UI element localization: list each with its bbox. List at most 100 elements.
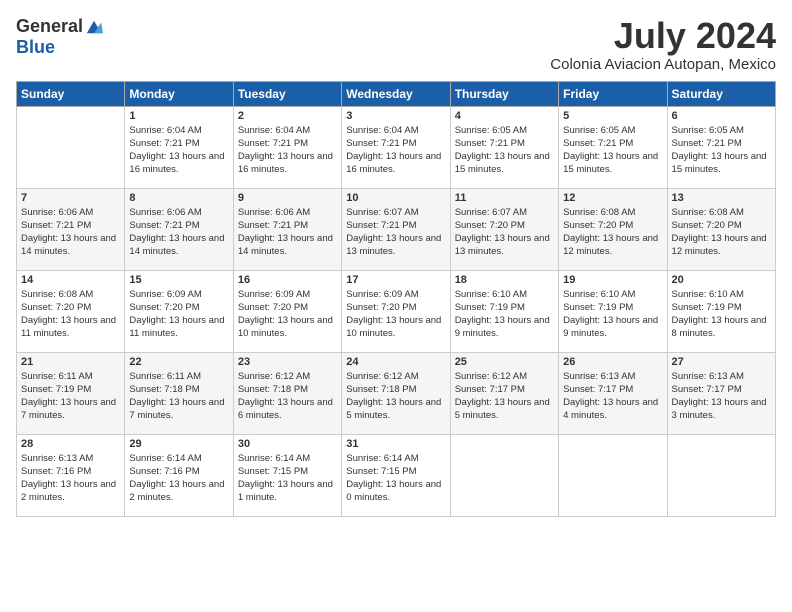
day-number: 4 xyxy=(455,110,554,122)
calendar-cell: 9Sunrise: 6:06 AMSunset: 7:21 PMDaylight… xyxy=(233,188,341,270)
calendar-cell: 16 Sunrise: 6:09 AMSunset: 7:20 PMDayligh… xyxy=(233,270,341,352)
day-number: 21 xyxy=(21,356,120,368)
day-number: 10 xyxy=(346,192,445,204)
logo-blue-text: Blue xyxy=(16,37,55,58)
day-info: Sunrise: 6:09 AMSunset: 7:20 PMDaylight:… xyxy=(346,288,445,341)
day-info: Sunrise: 6:09 AMSunset: 7:20 PMDaylight:… xyxy=(238,288,337,341)
calendar-cell: 6 Sunrise: 6:05 AMSunset: 7:21 PMDaylight… xyxy=(667,106,775,188)
calendar-cell: 7Sunrise: 6:06 AMSunset: 7:21 PMDaylight… xyxy=(17,188,125,270)
calendar-cell xyxy=(559,434,667,516)
day-number: 22 xyxy=(129,356,228,368)
title-area: July 2024 Colonia Aviacion Autopan, Mexi… xyxy=(550,16,776,73)
header-wednesday: Wednesday xyxy=(342,81,450,106)
day-info: Sunrise: 6:05 AMSunset: 7:21 PMDaylight:… xyxy=(455,124,554,177)
calendar-cell: 10 Sunrise: 6:07 AMSunset: 7:21 PMDayligh… xyxy=(342,188,450,270)
calendar-cell: 2Sunrise: 6:04 AMSunset: 7:21 PMDaylight… xyxy=(233,106,341,188)
calendar-header-row: SundayMondayTuesdayWednesdayThursdayFrid… xyxy=(17,81,776,106)
calendar-week-row: 7Sunrise: 6:06 AMSunset: 7:21 PMDaylight… xyxy=(17,188,776,270)
calendar-cell: 18Sunrise: 6:10 AMSunset: 7:19 PMDayligh… xyxy=(450,270,558,352)
day-info: Sunrise: 6:07 AMSunset: 7:20 PMDaylight:… xyxy=(455,206,554,259)
day-number: 23 xyxy=(238,356,337,368)
calendar-cell: 26 Sunrise: 6:13 AMSunset: 7:17 PMDayligh… xyxy=(559,352,667,434)
day-number: 30 xyxy=(238,438,337,450)
day-number: 27 xyxy=(672,356,771,368)
calendar-cell: 4 Sunrise: 6:05 AMSunset: 7:21 PMDaylight… xyxy=(450,106,558,188)
day-info: Sunrise: 6:14 AMSunset: 7:15 PMDaylight:… xyxy=(238,452,337,505)
calendar-cell: 1 Sunrise: 6:04 AMSunset: 7:21 PMDaylight… xyxy=(125,106,233,188)
calendar-cell: 11 Sunrise: 6:07 AMSunset: 7:20 PMDayligh… xyxy=(450,188,558,270)
day-number: 13 xyxy=(672,192,771,204)
day-number: 11 xyxy=(455,192,554,204)
header-saturday: Saturday xyxy=(667,81,775,106)
day-number: 9 xyxy=(238,192,337,204)
calendar-cell: 13 Sunrise: 6:08 AMSunset: 7:20 PMDayligh… xyxy=(667,188,775,270)
calendar-cell: 14Sunrise: 6:08 AMSunset: 7:20 PMDayligh… xyxy=(17,270,125,352)
calendar-week-row: 21 Sunrise: 6:11 AMSunset: 7:19 PMDayligh… xyxy=(17,352,776,434)
month-title: July 2024 xyxy=(550,16,776,56)
location-title: Colonia Aviacion Autopan, Mexico xyxy=(550,56,776,73)
day-number: 7 xyxy=(21,192,120,204)
day-number: 8 xyxy=(129,192,228,204)
day-number: 16 xyxy=(238,274,337,286)
day-info: Sunrise: 6:10 AMSunset: 7:19 PMDaylight:… xyxy=(563,288,662,341)
header-tuesday: Tuesday xyxy=(233,81,341,106)
calendar-cell: 17 Sunrise: 6:09 AMSunset: 7:20 PMDayligh… xyxy=(342,270,450,352)
calendar-cell: 30 Sunrise: 6:14 AMSunset: 7:15 PMDayligh… xyxy=(233,434,341,516)
logo: General Blue xyxy=(16,16,103,58)
calendar-cell: 31 Sunrise: 6:14 AMSunset: 7:15 PMDayligh… xyxy=(342,434,450,516)
calendar-cell: 23 Sunrise: 6:12 AMSunset: 7:18 PMDayligh… xyxy=(233,352,341,434)
header-sunday: Sunday xyxy=(17,81,125,106)
day-info: Sunrise: 6:11 AMSunset: 7:18 PMDaylight:… xyxy=(129,370,228,423)
day-number: 20 xyxy=(672,274,771,286)
day-info: Sunrise: 6:05 AMSunset: 7:21 PMDaylight:… xyxy=(672,124,771,177)
day-number: 26 xyxy=(563,356,662,368)
day-info: Sunrise: 6:14 AMSunset: 7:16 PMDaylight:… xyxy=(129,452,228,505)
calendar-cell: 28 Sunrise: 6:13 AMSunset: 7:16 PMDayligh… xyxy=(17,434,125,516)
calendar-cell: 12 Sunrise: 6:08 AMSunset: 7:20 PMDayligh… xyxy=(559,188,667,270)
day-number: 5 xyxy=(563,110,662,122)
calendar-cell: 8Sunrise: 6:06 AMSunset: 7:21 PMDaylight… xyxy=(125,188,233,270)
day-info: Sunrise: 6:08 AMSunset: 7:20 PMDaylight:… xyxy=(21,288,120,341)
day-info: Sunrise: 6:07 AMSunset: 7:21 PMDaylight:… xyxy=(346,206,445,259)
day-number: 6 xyxy=(672,110,771,122)
calendar-cell xyxy=(17,106,125,188)
calendar-week-row: 28 Sunrise: 6:13 AMSunset: 7:16 PMDayligh… xyxy=(17,434,776,516)
day-info: Sunrise: 6:13 AMSunset: 7:17 PMDaylight:… xyxy=(672,370,771,423)
day-info: Sunrise: 6:04 AMSunset: 7:21 PMDaylight:… xyxy=(346,124,445,177)
day-info: Sunrise: 6:13 AMSunset: 7:16 PMDaylight:… xyxy=(21,452,120,505)
day-info: Sunrise: 6:12 AMSunset: 7:17 PMDaylight:… xyxy=(455,370,554,423)
day-info: Sunrise: 6:08 AMSunset: 7:20 PMDaylight:… xyxy=(563,206,662,259)
calendar-table: SundayMondayTuesdayWednesdayThursdayFrid… xyxy=(16,81,776,517)
day-number: 17 xyxy=(346,274,445,286)
day-number: 15 xyxy=(129,274,228,286)
calendar-cell: 21 Sunrise: 6:11 AMSunset: 7:19 PMDayligh… xyxy=(17,352,125,434)
day-info: Sunrise: 6:08 AMSunset: 7:20 PMDaylight:… xyxy=(672,206,771,259)
day-info: Sunrise: 6:04 AMSunset: 7:21 PMDaylight:… xyxy=(129,124,228,177)
calendar-cell xyxy=(667,434,775,516)
header-friday: Friday xyxy=(559,81,667,106)
day-info: Sunrise: 6:13 AMSunset: 7:17 PMDaylight:… xyxy=(563,370,662,423)
header-monday: Monday xyxy=(125,81,233,106)
day-number: 12 xyxy=(563,192,662,204)
day-info: Sunrise: 6:14 AMSunset: 7:15 PMDaylight:… xyxy=(346,452,445,505)
calendar-cell: 5 Sunrise: 6:05 AMSunset: 7:21 PMDaylight… xyxy=(559,106,667,188)
header: General Blue July 2024 Colonia Aviacion … xyxy=(16,16,776,73)
day-info: Sunrise: 6:12 AMSunset: 7:18 PMDaylight:… xyxy=(346,370,445,423)
day-number: 3 xyxy=(346,110,445,122)
day-number: 18 xyxy=(455,274,554,286)
day-number: 2 xyxy=(238,110,337,122)
calendar-cell: 25Sunrise: 6:12 AMSunset: 7:17 PMDayligh… xyxy=(450,352,558,434)
day-number: 24 xyxy=(346,356,445,368)
day-info: Sunrise: 6:12 AMSunset: 7:18 PMDaylight:… xyxy=(238,370,337,423)
calendar-cell: 22 Sunrise: 6:11 AMSunset: 7:18 PMDayligh… xyxy=(125,352,233,434)
day-info: Sunrise: 6:05 AMSunset: 7:21 PMDaylight:… xyxy=(563,124,662,177)
logo-general-text: General xyxy=(16,16,83,37)
day-info: Sunrise: 6:11 AMSunset: 7:19 PMDaylight:… xyxy=(21,370,120,423)
calendar-cell: 24 Sunrise: 6:12 AMSunset: 7:18 PMDayligh… xyxy=(342,352,450,434)
day-number: 29 xyxy=(129,438,228,450)
day-number: 19 xyxy=(563,274,662,286)
day-number: 31 xyxy=(346,438,445,450)
day-number: 1 xyxy=(129,110,228,122)
header-thursday: Thursday xyxy=(450,81,558,106)
day-number: 28 xyxy=(21,438,120,450)
